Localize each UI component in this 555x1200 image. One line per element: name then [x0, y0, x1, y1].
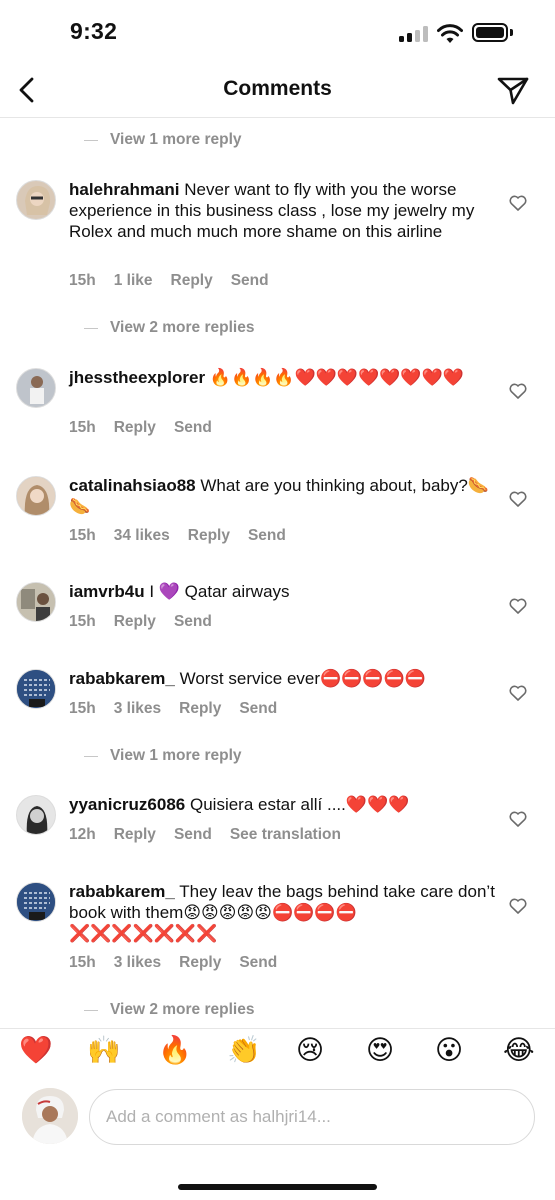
- tears-of-joy-icon[interactable]: 😂: [503, 1033, 535, 1067]
- comment-time: 12h: [69, 826, 96, 843]
- send-button[interactable]: Send: [174, 826, 212, 843]
- avatar[interactable]: [16, 882, 56, 922]
- reply-button[interactable]: Reply: [114, 419, 156, 436]
- comment-meta: 15h 34 likes Reply Send: [69, 527, 304, 545]
- view-more-replies[interactable]: View 1 more reply: [84, 130, 242, 150]
- comment-text: I 💜 Qatar airways: [149, 582, 290, 601]
- comment-meta: 15h Reply Send: [69, 613, 230, 631]
- view-more-label: View 1 more reply: [110, 747, 242, 764]
- like-heart-icon[interactable]: [509, 598, 527, 614]
- comment-meta: 15h 3 likes Reply Send: [69, 700, 295, 718]
- quick-reactions-bar: ❤️ 🙌 🔥 👏 😢 😍 😮 😂: [0, 1028, 555, 1072]
- like-count[interactable]: 34 likes: [114, 527, 170, 544]
- divider-line: [84, 1009, 98, 1011]
- like-heart-icon[interactable]: [509, 491, 527, 507]
- comment-username[interactable]: catalinahsiao88: [69, 476, 196, 495]
- reply-button[interactable]: Reply: [171, 272, 213, 289]
- reply-button[interactable]: Reply: [179, 954, 221, 971]
- comment-username[interactable]: rababkarem_: [69, 882, 175, 901]
- send-button[interactable]: Send: [239, 954, 277, 971]
- view-more-replies[interactable]: View 1 more reply: [84, 746, 242, 766]
- comment-text-block: jhesstheexplorer 🔥🔥🔥🔥❤️❤️❤️❤️❤️❤️❤️❤️: [69, 367, 499, 388]
- like-count[interactable]: 1 like: [114, 272, 153, 289]
- comment-username[interactable]: jhesstheexplorer: [69, 368, 205, 387]
- comment-text: Worst service ever⛔⛔⛔⛔⛔: [179, 669, 426, 688]
- divider-line: [84, 755, 98, 757]
- page-title: Comments: [223, 77, 332, 100]
- status-time: 9:32: [70, 18, 118, 44]
- comment-text: 🔥🔥🔥🔥❤️❤️❤️❤️❤️❤️❤️❤️: [209, 368, 464, 387]
- avatar[interactable]: [16, 582, 56, 622]
- reply-button[interactable]: Reply: [114, 613, 156, 630]
- cellular-signal-icon: [399, 26, 429, 42]
- battery-tip: [510, 29, 513, 36]
- comment-username[interactable]: halehrahmani: [69, 180, 180, 199]
- comment-text-block: iamvrb4u I 💜 Qatar airways: [69, 581, 499, 602]
- view-more-label: View 2 more replies: [110, 1001, 255, 1018]
- home-indicator: [178, 1184, 377, 1190]
- status-bar: 9:32: [0, 0, 555, 66]
- paper-plane-icon[interactable]: [496, 74, 530, 106]
- comment-text-block: catalinahsiao88 What are you thinking ab…: [69, 475, 499, 517]
- send-button[interactable]: Send: [174, 419, 212, 436]
- reply-button[interactable]: Reply: [114, 826, 156, 843]
- view-more-label: View 1 more reply: [110, 131, 242, 148]
- heart-eyes-icon[interactable]: 😍: [366, 1033, 394, 1067]
- like-heart-icon[interactable]: [509, 685, 527, 701]
- reply-button[interactable]: Reply: [179, 700, 221, 717]
- comment-username[interactable]: yyanicruz6086: [69, 795, 185, 814]
- current-user-avatar: [22, 1088, 78, 1144]
- comment-meta: 15h Reply Send: [69, 419, 230, 437]
- comment-meta: 12h Reply Send See translation: [69, 826, 359, 844]
- comment-time: 15h: [69, 613, 96, 630]
- comment-time: 15h: [69, 527, 96, 544]
- view-more-label: View 2 more replies: [110, 319, 255, 336]
- like-heart-icon[interactable]: [509, 383, 527, 399]
- comment-time: 15h: [69, 272, 96, 289]
- like-heart-icon[interactable]: [509, 898, 527, 914]
- comment-text-block: rababkarem_ They leav the bags behind ta…: [69, 881, 499, 944]
- red-heart-icon[interactable]: ❤️: [19, 1033, 53, 1067]
- comment-text-block: yyanicruz6086 Quisiera estar allí ....❤️…: [69, 794, 499, 815]
- wifi-icon: [437, 24, 463, 43]
- comment-meta: 15h 3 likes Reply Send: [69, 954, 295, 972]
- avatar[interactable]: [16, 180, 56, 220]
- comment-input[interactable]: [89, 1089, 535, 1145]
- like-heart-icon[interactable]: [509, 195, 527, 211]
- avatar[interactable]: [16, 795, 56, 835]
- divider-line: [84, 327, 98, 329]
- raising-hands-icon[interactable]: 🙌: [87, 1033, 121, 1067]
- comment-composer: [0, 1086, 555, 1150]
- comment-username[interactable]: rababkarem_: [69, 669, 175, 688]
- like-count[interactable]: 3 likes: [114, 954, 161, 971]
- send-button[interactable]: Send: [231, 272, 269, 289]
- surprised-face-icon[interactable]: 😮: [435, 1033, 463, 1067]
- comment-meta: 15h 1 like Reply Send: [69, 272, 287, 290]
- comment-time: 15h: [69, 700, 96, 717]
- like-heart-icon[interactable]: [509, 811, 527, 827]
- view-more-replies[interactable]: View 2 more replies: [84, 318, 254, 338]
- fire-icon[interactable]: 🔥: [158, 1033, 192, 1067]
- battery-icon: [472, 23, 508, 42]
- divider-line: [84, 139, 98, 141]
- comment-text: Quisiera estar allí ....❤️❤️❤️: [189, 795, 410, 814]
- send-button[interactable]: Send: [248, 527, 286, 544]
- avatar[interactable]: [16, 476, 56, 516]
- avatar[interactable]: [16, 669, 56, 709]
- view-more-replies[interactable]: View 2 more replies: [84, 1000, 254, 1020]
- see-translation-button[interactable]: See translation: [230, 826, 341, 843]
- crying-face-icon[interactable]: 😢: [296, 1033, 324, 1067]
- header: Comments: [0, 66, 555, 118]
- like-count[interactable]: 3 likes: [114, 700, 161, 717]
- reply-button[interactable]: Reply: [188, 527, 230, 544]
- comment-username[interactable]: iamvrb4u: [69, 582, 145, 601]
- comment-time: 15h: [69, 419, 96, 436]
- comment-time: 15h: [69, 954, 96, 971]
- clapping-hands-icon[interactable]: 👏: [227, 1033, 261, 1067]
- comment-text-block: halehrahmani Never want to fly with you …: [69, 179, 499, 242]
- avatar[interactable]: [16, 368, 56, 408]
- send-button[interactable]: Send: [174, 613, 212, 630]
- send-button[interactable]: Send: [239, 700, 277, 717]
- comment-text-block: rababkarem_ Worst service ever⛔⛔⛔⛔⛔: [69, 668, 499, 689]
